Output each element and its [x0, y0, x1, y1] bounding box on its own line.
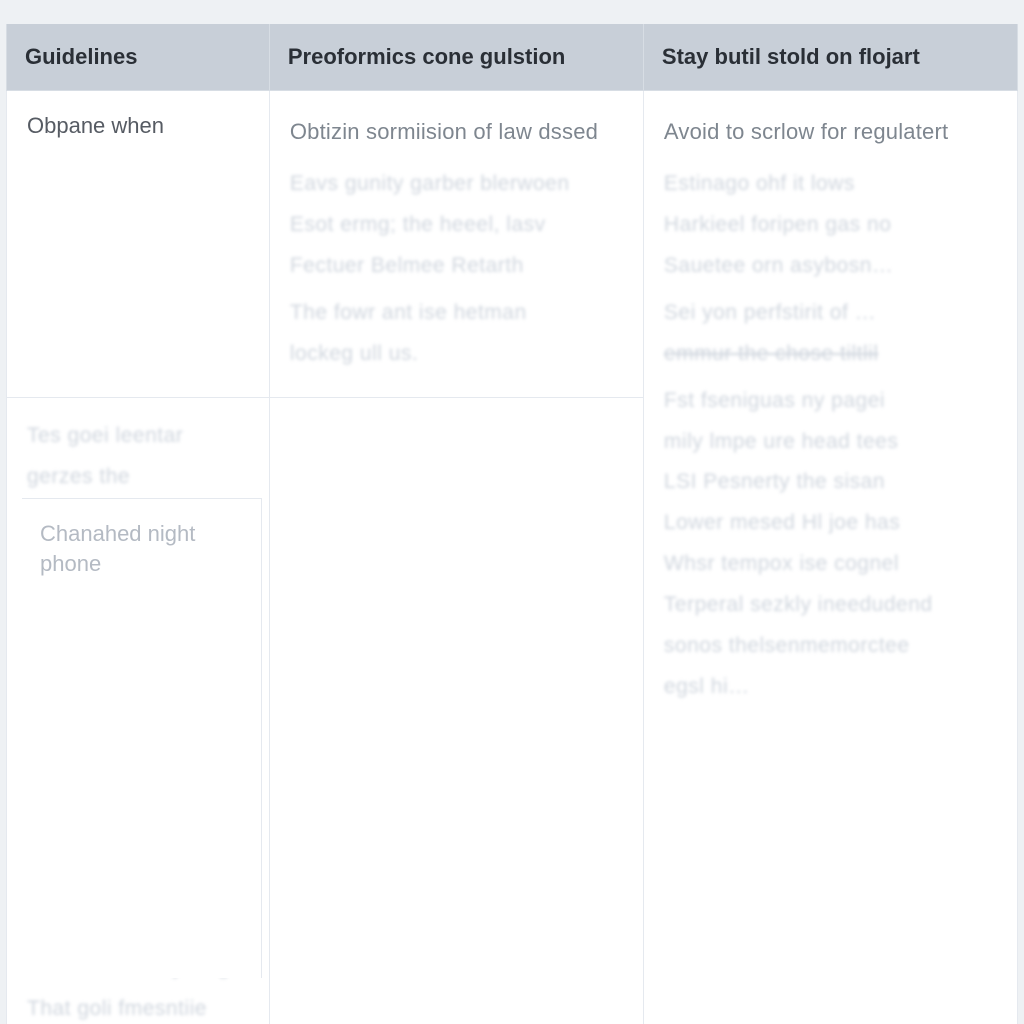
cell-blur-block: Eavs gunity garber blerwoenEsot ermg; th… — [290, 164, 623, 375]
guideline-cell: Obpane when — [7, 91, 270, 398]
cell-blur-block: Estinago ohf it lowsHarkieel foripen gas… — [664, 164, 997, 375]
blur-text-line: Tes goei leentar gerzes the — [27, 416, 249, 498]
blur-text-line: Harkieel foripen gas no — [664, 205, 997, 246]
guideline-label: Obpane when — [27, 113, 164, 138]
blur-text-line: Fst fseniguas ny pagei — [664, 381, 997, 422]
blur-text-line: Esot ermg; the heeel, lasv — [290, 205, 623, 246]
blur-text-line: Terperal sezkly ineedudend — [664, 585, 997, 626]
blur-text-line: Lower mesed Hl joe has — [664, 503, 997, 544]
cell-blur-block: Fst fseniguas ny pageimily lmpe ure head… — [664, 381, 997, 709]
blur-text-line: Eavs gunity garber blerwoen — [290, 164, 623, 205]
header-col2: Stay butil stold on flojart — [643, 24, 1017, 91]
blur-text-line: LSI Pesnerty the sisan — [664, 462, 997, 503]
header-guidelines: Guidelines — [7, 24, 270, 91]
cell-lead-text: Obtizin sormiision of law dssed — [290, 111, 623, 154]
cell-r0-c2: Avoid to scrlow for regulatert Estinago … — [643, 91, 1017, 1024]
blur-text-line: lockeg ull us. — [290, 334, 623, 375]
blur-text-line: sonos thelsenmemorctee — [664, 626, 997, 667]
table-header-row: Guidelines Preoformics cone gulstion Sta… — [7, 24, 1018, 91]
cell-lead-text: Avoid to scrlow for regulatert — [664, 111, 997, 154]
blur-text-line: That goli fmesntiie — [27, 989, 249, 1024]
page: Guidelines Preoformics cone gulstion Sta… — [0, 0, 1024, 1024]
blur-text-line: Sei yon perfstirit of … — [664, 293, 997, 334]
table-row: Obpane when Obtizin sormiision of law ds… — [7, 91, 1018, 398]
blur-text-line: egsl hi… — [664, 667, 997, 708]
header-col1: Preoformics cone gulstion — [269, 24, 643, 91]
blur-text-line: emmur the chose tiltlil — [664, 334, 997, 375]
blur-text-line: Sauetee orn asybosn… — [664, 246, 997, 287]
blur-text-line: Whsr tempox ise cognel — [664, 544, 997, 585]
guideline-label: Chanahed night phone — [40, 521, 195, 576]
blur-text-line: mily lmpe ure head tees — [664, 422, 997, 463]
blur-text-line: Fectuer Belmee Retarth — [290, 246, 623, 287]
guideline-cell: Chanahed night phone — [22, 498, 262, 978]
blur-text-line: The fowr ant ise hetman — [290, 293, 623, 334]
blur-text-line: Estinago ohf it lows — [664, 164, 997, 205]
cell-r0-c1: Obtizin sormiision of law dssed Eavs gun… — [269, 91, 643, 398]
